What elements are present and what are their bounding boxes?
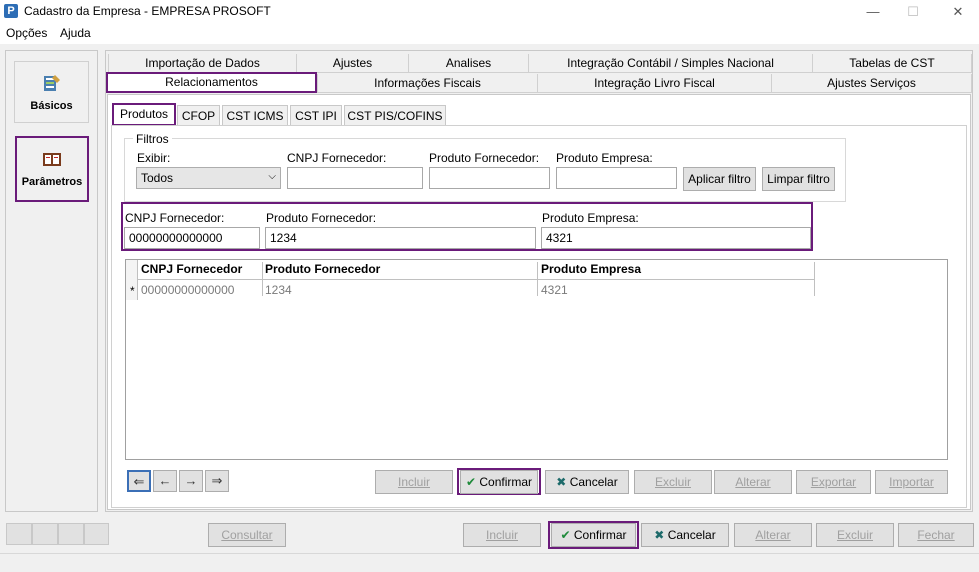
cnpj-label: CNPJ Fornecedor: (125, 211, 225, 225)
menu-opcoes[interactable]: Opções (3, 26, 50, 40)
check-icon: ✔ (560, 528, 571, 542)
tab-integracao-contabil[interactable]: Integração Contábil / Simples Nacional (528, 54, 812, 73)
basicos-icon (43, 75, 60, 91)
table-cell-produto-empresa[interactable]: 4321 (541, 283, 568, 297)
column-header-produto-empresa[interactable]: Produto Empresa (541, 262, 641, 276)
header-divider (138, 279, 815, 280)
sidebar-item-label: Parâmetros (21, 176, 83, 188)
tab-tabelas-de-cst[interactable]: Tabelas de CST (812, 54, 972, 73)
parametros-icon (43, 153, 61, 166)
inner-importar-button[interactable]: Importar (875, 470, 948, 494)
sidebar-item-label: Básicos (30, 100, 73, 112)
tab-integracao-livro-fiscal[interactable]: Integração Livro Fiscal (537, 74, 771, 93)
sidebar-item-basicos[interactable]: Básicos (14, 61, 89, 123)
bottom-nav-next[interactable] (58, 523, 84, 545)
tab-analises[interactable]: Analises (408, 54, 528, 73)
cancelar-button[interactable]: ✖ Cancelar (641, 523, 729, 547)
incluir-button[interactable]: Incluir (463, 523, 541, 547)
tab-relacionamentos[interactable]: Relacionamentos (106, 72, 317, 93)
exibir-select[interactable]: Todos ⌵ (136, 167, 281, 189)
close-button[interactable]: ✕ (943, 2, 973, 22)
new-row-marker: * (130, 284, 135, 298)
cnpj-input[interactable]: 00000000000000 (124, 227, 260, 249)
menu-ajuda[interactable]: Ajuda (57, 26, 94, 40)
inner-cancelar-label: Cancelar (569, 475, 618, 489)
alterar-button[interactable]: Alterar (734, 523, 812, 547)
bottom-nav-last[interactable] (84, 523, 109, 545)
inner-exportar-button[interactable]: Exportar (796, 470, 871, 494)
exibir-value: Todos (141, 171, 174, 185)
bottom-nav-first[interactable] (6, 523, 32, 545)
maximize-button[interactable]: ☐ (898, 2, 928, 22)
produto-fornecedor-input[interactable]: 1234 (265, 227, 536, 249)
chevron-down-icon: ⌵ (268, 171, 276, 182)
status-bar (0, 553, 979, 572)
filter-produto-empresa-input[interactable] (556, 167, 677, 189)
column-header-cnpj[interactable]: CNPJ Fornecedor (141, 262, 242, 276)
inner-cancelar-button[interactable]: ✖ Cancelar (545, 470, 629, 494)
table-cell-produto-fornecedor[interactable]: 1234 (265, 283, 292, 297)
cancelar-label: Cancelar (667, 528, 716, 542)
tab-informacoes-fiscais[interactable]: Informações Fiscais (317, 74, 537, 93)
last-record-button[interactable]: ⇒ (205, 470, 229, 492)
produto-empresa-label: Produto Empresa: (542, 211, 639, 225)
confirmar-button[interactable]: ✔ Confirmar (551, 523, 636, 547)
fechar-button[interactable]: Fechar (898, 523, 974, 547)
confirmar-label: Confirmar (573, 528, 627, 542)
produto-fornecedor-label: Produto Fornecedor: (266, 211, 377, 225)
produto-empresa-input[interactable]: 4321 (541, 227, 811, 249)
filter-cnpj-input[interactable] (287, 167, 423, 189)
subtab-cst-icms[interactable]: CST ICMS (222, 105, 288, 126)
check-icon: ✔ (465, 475, 477, 489)
filter-cnpj-label: CNPJ Fornecedor: (287, 151, 387, 165)
minimize-button[interactable]: — (858, 2, 888, 22)
cancel-x-icon: ✖ (654, 528, 665, 542)
previous-record-button[interactable]: ← (153, 470, 177, 492)
inner-confirmar-button[interactable]: ✔ Confirmar (460, 470, 538, 494)
apply-filter-button[interactable]: Aplicar filtro (683, 167, 756, 191)
first-record-button[interactable]: ⇐ (127, 470, 151, 492)
filter-produto-empresa-label: Produto Empresa: (556, 151, 653, 165)
subtab-cfop[interactable]: CFOP (177, 105, 220, 126)
inner-confirmar-label: Confirmar (479, 475, 533, 489)
filter-produto-fornecedor-input[interactable] (429, 167, 550, 189)
inner-excluir-button[interactable]: Excluir (634, 470, 712, 494)
consultar-button[interactable]: Consultar (208, 523, 286, 547)
exibir-label: Exibir: (137, 151, 171, 165)
window-title: Cadastro da Empresa - EMPRESA PROSOFT (24, 4, 271, 18)
clear-filter-button[interactable]: Limpar filtro (762, 167, 835, 191)
filters-legend: Filtros (133, 132, 172, 146)
table-cell-cnpj[interactable]: 00000000000000 (141, 283, 234, 297)
cancel-x-icon: ✖ (556, 475, 567, 489)
next-record-button[interactable]: → (179, 470, 203, 492)
filter-produto-fornecedor-label: Produto Fornecedor: (429, 151, 540, 165)
subtab-produtos[interactable]: Produtos (112, 103, 176, 126)
app-icon: P (4, 4, 18, 18)
tab-importacao-de-dados[interactable]: Importação de Dados (108, 54, 296, 73)
sidebar-item-parametros[interactable]: Parâmetros (15, 136, 89, 202)
column-header-produto-fornecedor[interactable]: Produto Fornecedor (265, 262, 380, 276)
excluir-button[interactable]: Excluir (816, 523, 894, 547)
menu-bar (0, 24, 979, 44)
tab-ajustes[interactable]: Ajustes (296, 54, 408, 73)
tab-ajustes-servicos[interactable]: Ajustes Serviços (771, 74, 972, 93)
subtab-cst-pis-cofins[interactable]: CST PIS/COFINS (344, 105, 446, 126)
subtab-cst-ipi[interactable]: CST IPI (290, 105, 342, 126)
bottom-nav-previous[interactable] (32, 523, 58, 545)
inner-incluir-button[interactable]: Incluir (375, 470, 453, 494)
inner-alterar-button[interactable]: Alterar (714, 470, 792, 494)
